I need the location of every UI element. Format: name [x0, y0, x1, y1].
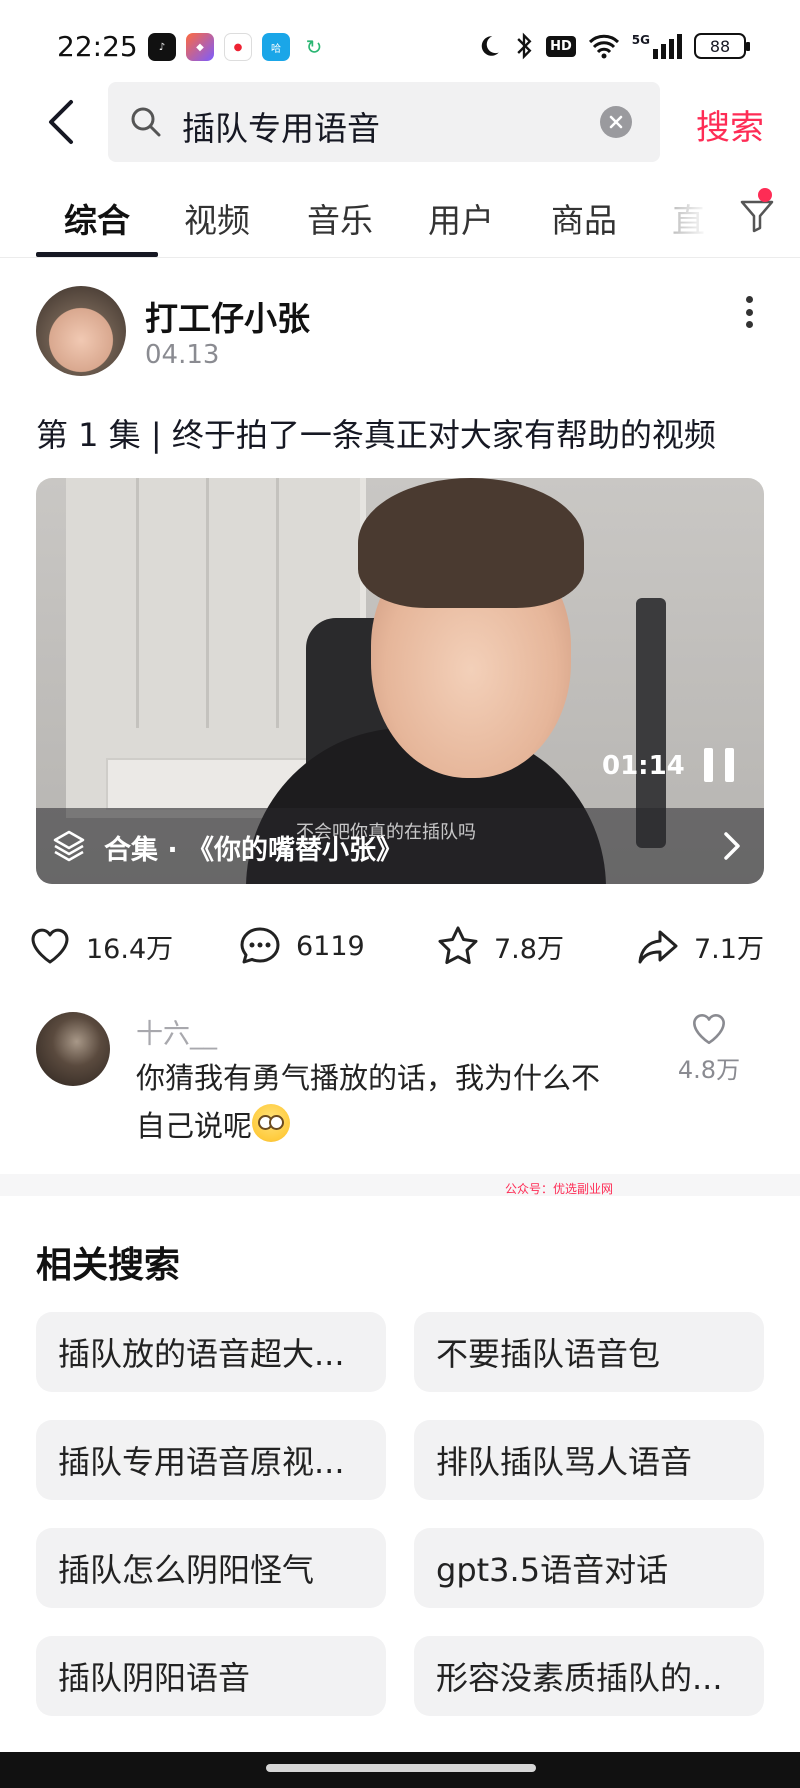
share-icon — [638, 930, 678, 964]
tab-comprehensive[interactable]: 综合 — [64, 194, 130, 242]
tab-products[interactable]: 商品 — [551, 194, 617, 242]
tab-fade — [660, 180, 730, 250]
video-subtitle: 不会吧你真的在插队吗 — [296, 822, 476, 843]
comment-like-count: 4.8万 — [677, 1056, 741, 1084]
more-dot-icon — [745, 321, 753, 328]
tiktok-icon: ♪ — [148, 33, 176, 61]
author-avatar[interactable] — [36, 286, 126, 376]
filter-icon[interactable] — [736, 194, 778, 236]
comment-like-button[interactable]: 4.8万 — [676, 1010, 742, 1085]
clear-search-button[interactable] — [600, 106, 632, 138]
signal-icon: 5G — [632, 33, 682, 59]
like-button[interactable]: 16.4万 — [28, 918, 173, 974]
comment-button[interactable]: 6119 — [238, 918, 365, 974]
network-label: 5G — [631, 33, 650, 47]
post-actions: 16.4万 6119 7.8万 7.1万 — [0, 918, 800, 974]
more-dot-icon — [745, 308, 753, 316]
favorite-button[interactable]: 7.8万 — [436, 918, 564, 974]
comment-username[interactable]: 十六__ — [136, 1012, 217, 1051]
tab-users[interactable]: 用户 — [428, 194, 494, 242]
hello-bike-icon: 哈 — [262, 33, 290, 61]
related-search-chip[interactable]: 插队专用语音原视... — [36, 1420, 386, 1500]
chevron-right-icon — [724, 832, 740, 860]
video-person-hair — [358, 478, 584, 608]
related-search-chip[interactable]: 排队插队骂人语音 — [414, 1420, 764, 1500]
layers-icon — [53, 830, 85, 862]
status-bar: 22:25 ♪ ◆ ● 哈 ↻ HD 5G 88 — [0, 0, 800, 90]
watermark: 公众号：优选副业网 — [505, 1182, 614, 1196]
comment-avatar[interactable] — [36, 1012, 110, 1086]
search-tabs: 综合 视频 音乐 用户 商品 直 — [0, 180, 800, 258]
status-indicators: HD 5G 88 — [476, 32, 750, 60]
related-search-chip[interactable]: 插队怎么阴阳怪气 — [36, 1528, 386, 1608]
favorite-count: 7.8万 — [494, 933, 564, 965]
wifi-icon — [588, 34, 619, 59]
comment-icon — [240, 927, 280, 964]
status-app-icons: ♪ ◆ ● 哈 ↻ — [148, 33, 328, 61]
comment-count: 6119 — [296, 930, 365, 962]
comment-text-content: 你猜我有勇气播放的话，我为什么不自己说呢 — [136, 1061, 601, 1143]
tab-video[interactable]: 视频 — [184, 194, 250, 242]
tab-music[interactable]: 音乐 — [307, 194, 373, 242]
search-input[interactable]: 插队专用语音 — [108, 82, 660, 162]
close-icon — [609, 115, 623, 129]
filter-notification-dot — [758, 188, 772, 202]
related-search-chip[interactable]: gpt3.5语音对话 — [414, 1528, 764, 1608]
tab-active-indicator — [36, 252, 158, 257]
system-navigation-bar — [0, 1752, 800, 1788]
video-timestamp: 01:14 — [602, 751, 685, 781]
video-player[interactable]: 01:14 合集 · 《你的嘴替小张》 不会吧你真的在插队吗 — [36, 478, 764, 884]
pause-button[interactable] — [704, 748, 734, 782]
post-date: 04.13 — [145, 340, 220, 370]
chevron-left-icon — [49, 100, 73, 144]
search-icon — [131, 107, 161, 137]
author-name[interactable]: 打工仔小张 — [145, 292, 310, 340]
post-title[interactable]: 第 1 集 | 终于拍了一条真正对大家有帮助的视频 — [36, 410, 716, 456]
related-searches-title: 相关搜索 — [36, 1245, 181, 1286]
maps-icon: ● — [224, 33, 252, 61]
hd-badge: HD — [546, 35, 576, 57]
pause-icon — [704, 748, 713, 782]
home-indicator[interactable] — [266, 1764, 536, 1772]
related-search-chip[interactable]: 形容没素质插队的... — [414, 1636, 764, 1716]
back-button[interactable] — [36, 92, 84, 152]
star-icon — [438, 926, 478, 965]
more-options-button[interactable] — [736, 292, 762, 332]
status-time: 22:25 — [57, 30, 138, 63]
comment-text[interactable]: 你猜我有勇气播放的话，我为什么不自己说呢 — [136, 1054, 626, 1150]
heart-icon — [31, 928, 69, 964]
like-count: 16.4万 — [86, 933, 174, 965]
more-dot-icon — [745, 296, 753, 303]
section-divider — [0, 1174, 800, 1196]
battery-level: 88 — [709, 36, 731, 56]
pause-icon — [725, 748, 734, 782]
share-count: 7.1万 — [694, 933, 764, 965]
search-submit-button[interactable]: 搜索 — [696, 100, 764, 149]
gallery-icon: ◆ — [186, 33, 214, 61]
battery-icon: 88 — [694, 33, 750, 59]
bluetooth-icon — [517, 32, 532, 60]
search-query[interactable]: 插队专用语音 — [182, 102, 380, 150]
flushed-face-emoji-icon — [252, 1104, 291, 1142]
moon-icon — [481, 36, 499, 56]
related-search-chip[interactable]: 插队阴阳语音 — [36, 1636, 386, 1716]
heart-icon — [693, 1014, 725, 1045]
share-button[interactable]: 7.1万 — [636, 918, 764, 974]
refresh-icon: ↻ — [300, 33, 328, 61]
related-search-chip[interactable]: 不要插队语音包 — [414, 1312, 764, 1392]
related-search-chip[interactable]: 插队放的语音超大... — [36, 1312, 386, 1392]
